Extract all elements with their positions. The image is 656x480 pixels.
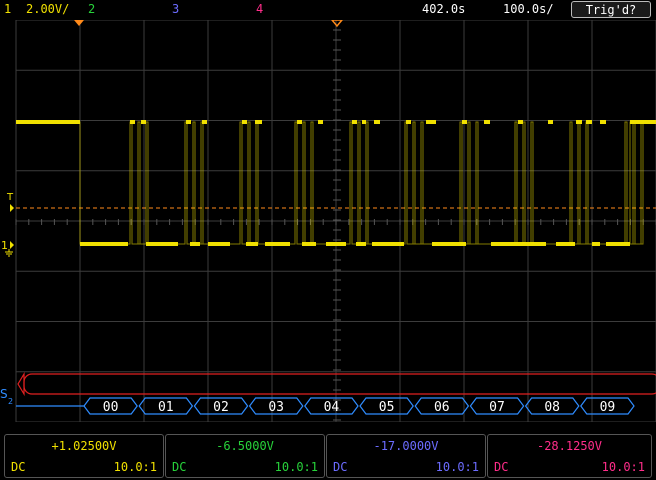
channel-1-coupling: DC: [11, 460, 26, 474]
channel-2-info[interactable]: -6.5000V DC 10.0:1: [165, 434, 325, 478]
graticule-ticks: [15, 20, 656, 421]
channel-3-probe: 10.0:1: [435, 460, 479, 474]
channel-1-info[interactable]: +1.02500V DC 10.0:1: [4, 434, 164, 478]
bus-value: 09: [600, 400, 616, 415]
channel-4-coupling: DC: [494, 460, 509, 474]
serial-decode-bar-left-end: [17, 371, 25, 397]
channel-1-probe: 10.0:1: [113, 460, 157, 474]
waveform-display: T 1 S 2 00 01 02 03 04 05 06 07 08 09: [0, 20, 656, 422]
timebase-position[interactable]: 402.0s: [422, 1, 465, 17]
bus-decode-row: 00 01 02 03 04 05 06 07 08 09: [83, 397, 635, 415]
trigger-level-marker[interactable]: [10, 204, 14, 212]
bus-value: 05: [379, 400, 395, 415]
channel-4-number[interactable]: 4: [256, 1, 263, 17]
channel-4-offset: -28.1250V: [536, 439, 603, 453]
channel-4-probe: 10.0:1: [601, 460, 645, 474]
channel-3-info[interactable]: -17.0000V DC 10.0:1: [326, 434, 486, 478]
serial-bus-label[interactable]: S: [0, 387, 8, 401]
channel-4-info[interactable]: -28.1250V DC 10.0:1: [487, 434, 652, 478]
status-bar: 1 2.00V/ 2 3 4 402.0s 100.0s/ Trig'd?: [0, 0, 656, 20]
channel-3-coupling: DC: [333, 460, 348, 474]
time-reference-marker: [331, 20, 343, 28]
bus-value: 07: [489, 400, 505, 415]
serial-decode-bar: [23, 373, 656, 395]
channel-2-coupling: DC: [172, 460, 187, 474]
channel-1-ground-marker[interactable]: [10, 241, 14, 249]
channel-1-scale[interactable]: 2.00V/: [26, 1, 69, 17]
trigger-status-button[interactable]: Trig'd?: [571, 1, 651, 18]
channel-2-probe: 10.0:1: [274, 460, 318, 474]
bus-value: 02: [213, 400, 229, 415]
channel-1-number[interactable]: 1: [4, 1, 11, 17]
bus-value: 08: [544, 400, 560, 415]
trigger-position-marker[interactable]: [74, 20, 84, 26]
timebase-scale[interactable]: 100.0s/: [503, 1, 554, 17]
channel-3-offset: -17.0000V: [373, 439, 439, 453]
bus-value: 00: [103, 400, 119, 415]
serial-bus-index: 2: [8, 397, 13, 406]
channel-1-ground-label[interactable]: 1: [1, 239, 8, 252]
bus-value: 01: [158, 400, 174, 415]
bus-value: 03: [268, 400, 284, 415]
bus-value: 06: [434, 400, 450, 415]
channel-1-offset: +1.02500V: [51, 439, 117, 453]
trigger-level-label: T: [6, 192, 14, 203]
channel-2-number[interactable]: 2: [88, 1, 95, 17]
bus-value: 04: [324, 400, 340, 415]
channel-2-offset: -6.5000V: [216, 439, 274, 453]
channel-3-number[interactable]: 3: [172, 1, 179, 17]
channel-info-panel: +1.02500V DC 10.0:1 -6.5000V DC 10.0:1 -…: [0, 434, 656, 480]
